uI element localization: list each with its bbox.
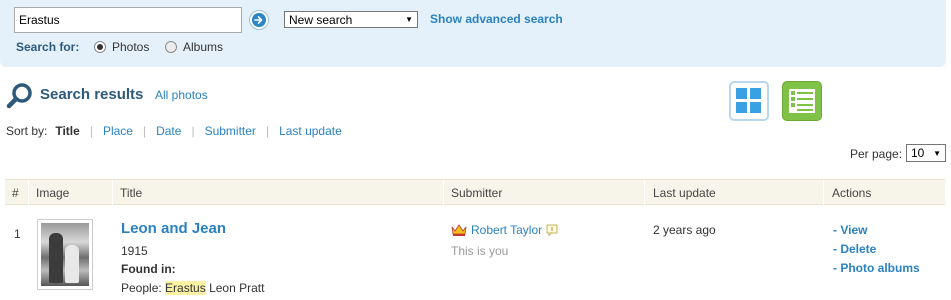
crown-icon [451,224,467,236]
sort-submitter[interactable]: Submitter [205,124,256,138]
photo-thumbnail[interactable] [37,219,93,290]
column-header-submitter: Submitter [451,186,503,200]
radio-albums[interactable]: Albums [165,40,223,54]
per-page-label: Per page: [850,147,903,161]
radio-button[interactable] [165,41,177,53]
search-input[interactable] [14,7,242,33]
list-view-icon [789,89,815,113]
per-page-value: 10 [911,146,925,160]
radio-albums-label: Albums [183,40,224,54]
search-mode-value: New search [289,12,353,27]
per-page-select[interactable]: 10 ▼ [906,144,946,162]
table-header: # Image Title Submitter Last update Acti… [5,179,945,206]
show-advanced-search-link[interactable]: Show advanced search [430,12,563,26]
search-panel: New search ▼ Show advanced search Search… [0,0,946,67]
people-line: People: Erastus Leon Pratt [121,281,264,295]
divider: | [89,124,93,138]
sort-by-label: Sort by: [6,124,48,138]
column-header-image: Image [36,186,70,200]
search-for-label: Search for: [16,40,80,54]
delete-action-link[interactable]: - Delete [833,242,876,256]
all-photos-link[interactable]: All photos [155,88,208,102]
column-header-actions: Actions [832,186,872,200]
radio-photos[interactable]: Photos [94,40,149,54]
search-go-button[interactable] [249,10,269,30]
people-highlight[interactable]: Erastus [165,281,206,295]
dropdown-arrow-icon: ▼ [933,148,941,158]
sort-title[interactable]: Title [55,124,79,138]
message-icon[interactable] [546,224,558,236]
dropdown-arrow-icon: ▼ [405,15,413,24]
view-action-link[interactable]: - View [833,223,867,237]
magnifier-icon [6,83,32,109]
go-arrow-icon [252,13,266,27]
list-view-button[interactable] [782,81,822,121]
row-number: 1 [14,227,21,241]
sort-last-update[interactable]: Last update [279,124,342,138]
column-header-number: # [12,186,19,200]
sort-place[interactable]: Place [103,124,133,138]
photo-title-link[interactable]: Leon and Jean [121,220,226,237]
column-header-title: Title [120,186,143,200]
divider: | [142,124,147,138]
grid-view-button[interactable] [729,81,769,121]
photo-albums-action-link[interactable]: - Photo albums [833,261,920,275]
radio-photos-label: Photos [112,40,150,54]
found-in-label: Found in: [121,262,176,276]
people-label: People: [121,281,162,295]
sort-bar: Sort by: Title | Place | Date | Submitte… [6,124,342,138]
search-mode-select[interactable]: New search ▼ [284,11,418,28]
people-name[interactable]: Leon Pratt [209,281,264,295]
column-header-last-update: Last update [653,186,716,200]
divider: | [191,124,195,138]
radio-button[interactable] [94,41,106,53]
sort-date[interactable]: Date [156,124,181,138]
divider: | [265,124,270,138]
submitter-note: This is you [451,244,509,258]
grid-view-icon [736,88,761,113]
search-results-title: Search results [40,86,144,103]
photo-year: 1915 [121,244,148,258]
last-update-value: 2 years ago [653,223,716,237]
submitter-name-link[interactable]: Robert Taylor [471,223,542,237]
submitter: Robert Taylor [451,223,558,237]
